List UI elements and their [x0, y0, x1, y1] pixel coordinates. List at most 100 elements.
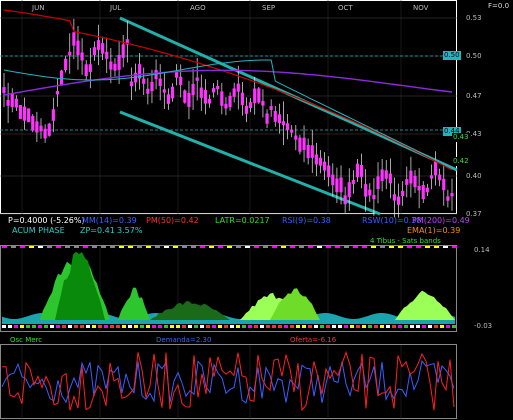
- bands-strip: [326, 325, 330, 328]
- candle-body: [146, 88, 150, 94]
- candle-body: [117, 54, 121, 70]
- month-label-nov: NOV: [413, 4, 429, 12]
- candle-body: [170, 86, 175, 99]
- bands-marker: [299, 246, 304, 248]
- bands-strip: [410, 325, 414, 328]
- bands-marker: [20, 246, 25, 248]
- bands-marker: [137, 246, 142, 248]
- bands-strip: [62, 325, 66, 328]
- bands-strip: [452, 325, 456, 328]
- bands-strip: [110, 325, 114, 328]
- candle-body: [187, 93, 191, 107]
- price-tag-c: 0.43: [452, 133, 470, 142]
- bands-strip: [242, 325, 246, 328]
- candle-body: [43, 128, 47, 139]
- candle-body: [59, 70, 64, 85]
- bands-pane: 4 Tibus - Sats bands: [0, 234, 457, 334]
- bands-strip: [140, 325, 144, 328]
- bands-marker: [245, 246, 250, 248]
- bands-strip: [248, 325, 252, 328]
- bands-area: [395, 290, 455, 320]
- candle-body: [162, 89, 166, 93]
- osc-label: Osc Merc: [10, 336, 43, 344]
- bands-strip: [374, 325, 378, 328]
- candle-body: [331, 174, 335, 186]
- candle-body: [413, 175, 417, 188]
- candle-body: [261, 101, 265, 106]
- candle-body: [113, 63, 117, 71]
- bands-marker: [119, 246, 124, 248]
- candle-body: [306, 144, 310, 159]
- bands-strip: [116, 325, 120, 328]
- bands-marker: [416, 246, 421, 248]
- bands-strip: [152, 325, 156, 328]
- candle-body: [347, 182, 351, 197]
- bands-marker: [398, 246, 403, 248]
- bands-marker: [182, 246, 187, 248]
- candle-body: [109, 61, 113, 70]
- oscillator-chart[interactable]: [0, 334, 513, 420]
- candle-body: [376, 176, 380, 190]
- bands-strip: [164, 325, 168, 328]
- bands-strip: [440, 325, 444, 328]
- bands-strip: [56, 325, 60, 328]
- candle-body: [55, 91, 60, 95]
- candle-body: [421, 185, 425, 200]
- month-label-sep: SEP: [262, 4, 276, 12]
- bands-marker: [281, 246, 286, 248]
- bands-marker: [209, 246, 214, 248]
- candle-body: [265, 113, 269, 124]
- price-chart[interactable]: [0, 0, 513, 234]
- candle-body: [244, 105, 249, 114]
- price-tag-a: 0.50: [443, 51, 461, 60]
- candle-body: [158, 78, 162, 86]
- bands-strip: [188, 325, 192, 328]
- candle-body: [96, 40, 101, 50]
- candle-body: [236, 83, 240, 92]
- candle-body: [150, 81, 154, 92]
- bands-strip: [14, 325, 18, 328]
- osc-blue-line: [1, 359, 455, 404]
- bands-strip: [434, 325, 438, 328]
- bands-marker: [371, 246, 376, 248]
- bands-strip: [392, 325, 396, 328]
- bands-strip: [194, 325, 198, 328]
- candle-body: [384, 170, 388, 179]
- bands-marker: [263, 246, 268, 248]
- candle-body: [339, 177, 343, 193]
- candle-body: [166, 94, 171, 104]
- bands-strip: [428, 325, 432, 328]
- bands-marker: [200, 246, 205, 248]
- bands-strip: [158, 325, 162, 328]
- price-tick-5: 0.40: [466, 172, 482, 180]
- bands-marker: [326, 246, 331, 248]
- bands-strip: [320, 325, 324, 328]
- bands-marker: [155, 246, 160, 248]
- bands-marker: [56, 246, 61, 248]
- bands-marker: [74, 246, 79, 248]
- bands-marker: [218, 246, 223, 248]
- candle-body: [401, 190, 405, 197]
- candle-body: [6, 99, 10, 106]
- candle-body: [31, 115, 35, 131]
- candle-body: [355, 163, 360, 178]
- ma-purple: [3, 69, 453, 96]
- candle-body: [429, 175, 434, 179]
- bands-strip: [176, 325, 180, 328]
- bands-strip: [134, 325, 138, 328]
- bands-marker: [254, 246, 259, 248]
- candle-body: [351, 179, 355, 184]
- candle-body: [396, 196, 401, 205]
- candle-body: [372, 194, 376, 200]
- candle-body: [273, 111, 277, 122]
- bands-marker: [308, 246, 313, 248]
- status-price: P=0.4000 (-5.26%): [8, 216, 85, 225]
- bands-chart[interactable]: [0, 234, 513, 334]
- bands-strip: [92, 325, 96, 328]
- candle-body: [310, 145, 314, 158]
- candle-body: [220, 91, 224, 106]
- candle-body: [269, 106, 273, 111]
- candle-body: [232, 88, 236, 97]
- candle-body: [314, 154, 318, 165]
- bands-strip: [278, 325, 282, 328]
